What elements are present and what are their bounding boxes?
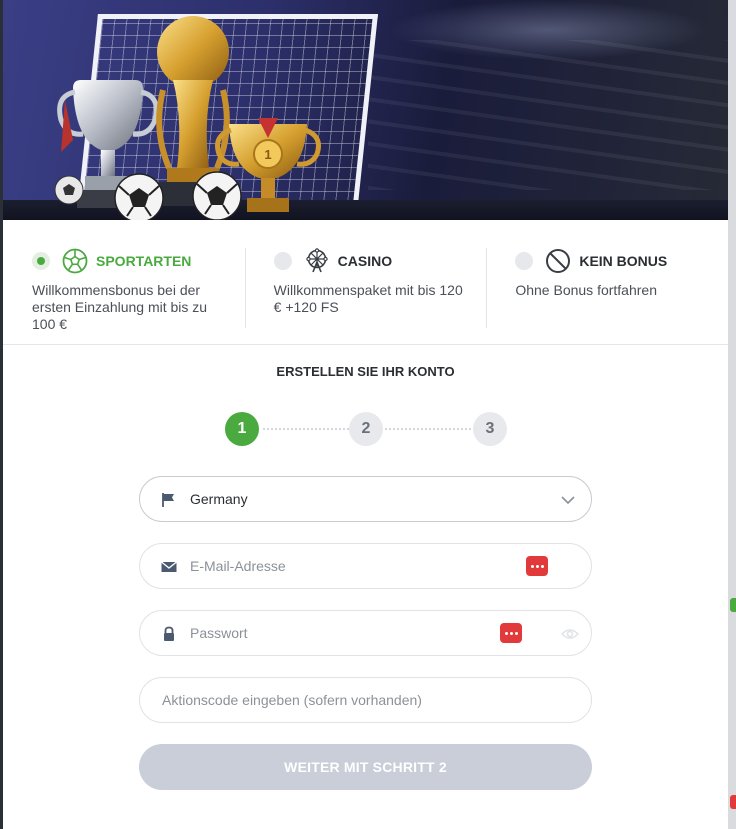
edge-green-marker [730,598,736,612]
svg-text:1: 1 [264,147,271,162]
registration-modal: 1 SPORTARTEN Willkommensbonus bei der er… [3,0,728,829]
step-1: 1 [225,412,259,446]
bonus-option-header: SPORTARTEN [32,248,245,274]
step-connector [263,428,349,430]
promo-code-input[interactable] [162,678,562,722]
step-connector [385,428,471,430]
radio-casino[interactable] [273,252,292,270]
password-field[interactable] [139,610,592,656]
country-select[interactable]: Germany [139,476,592,522]
next-step-button[interactable]: WEITER MIT SCHRITT 2 [139,744,592,790]
form-title: ERSTELLEN SIE IHR KONTO [276,364,455,379]
chevron-down-icon [561,496,575,505]
bonus-selection: SPORTARTEN Willkommensbonus bei der erst… [3,220,728,345]
radio-sportarten[interactable] [32,252,50,270]
bonus-option-kein-bonus[interactable]: KEIN BONUS Ohne Bonus fortfahren [486,220,728,344]
bonus-title: SPORTARTEN [96,253,192,269]
eye-icon[interactable] [561,626,579,642]
bonus-description: Willkommenspaket mit bis 120 € +120 FS [273,282,463,315]
email-field[interactable] [139,543,592,589]
step-2: 2 [349,412,383,446]
bonus-description: Ohne Bonus fortfahren [515,282,657,298]
trophies-illustration: 1 [54,16,321,220]
bonus-description: Willkommensbonus bei der ersten Einzahlu… [32,282,208,332]
country-value: Germany [190,491,248,507]
password-manager-icon[interactable] [500,623,522,643]
bonus-option-header: KEIN BONUS [515,248,728,274]
bonus-option-header: CASINO [273,248,487,274]
bonus-title: CASINO [337,253,393,269]
soccer-ball-2-icon [192,171,242,220]
no-symbol-icon [546,249,571,273]
flag-icon [162,493,174,507]
edge-red-marker [730,795,736,809]
soccer-ball-1-icon [114,173,164,220]
step-indicator: 1 2 3 [225,412,507,446]
soccer-ball-3-icon [54,175,84,205]
envelope-icon [161,561,177,572]
password-manager-icon[interactable] [526,556,548,576]
promo-code-field[interactable] [139,677,592,723]
bonus-option-casino[interactable]: CASINO Willkommenspaket mit bis 120 € +1… [244,220,487,344]
bonus-option-sportarten[interactable]: SPORTARTEN Willkommensbonus bei der erst… [3,220,245,344]
ferris-wheel-icon [305,248,328,273]
right-edge [728,0,736,829]
email-input[interactable] [190,544,490,588]
radio-kein-bonus[interactable] [515,252,534,270]
lock-icon [164,626,174,641]
step-3: 3 [473,412,507,446]
promo-banner: 1 [3,0,728,220]
soccer-ball-icon [62,248,88,274]
password-input[interactable] [190,611,490,655]
bonus-title: KEIN BONUS [579,253,668,269]
